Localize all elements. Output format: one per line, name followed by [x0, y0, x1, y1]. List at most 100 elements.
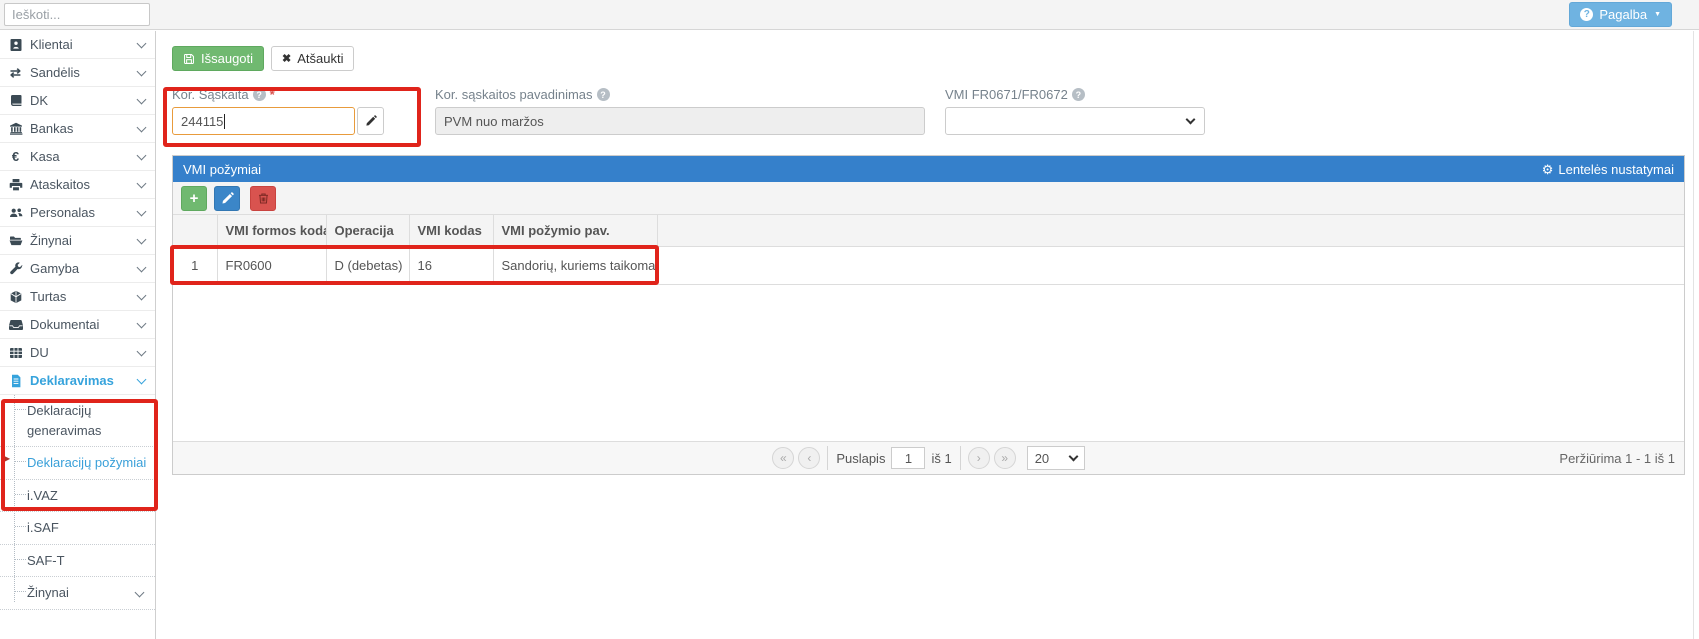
pagination: « ‹ Puslapis iš 1 › » 20 — [772, 446, 1084, 470]
double-chevron-left-icon: « — [780, 451, 787, 465]
question-circle-icon: ? — [1072, 88, 1085, 101]
gear-icon: ⚙ — [1542, 163, 1554, 176]
exchange-icon: ⇄ — [8, 66, 23, 80]
chevron-down-icon — [137, 318, 147, 328]
printer-icon — [8, 178, 23, 192]
chevron-down-icon — [137, 206, 147, 216]
cancel-button[interactable]: ✖ Atšaukti — [271, 46, 354, 71]
question-circle-icon: ? — [1580, 8, 1593, 21]
submenu-item-deklaraciju-generavimas[interactable]: Deklaracijų generavimas — [0, 395, 155, 447]
column-header-form-code[interactable]: VMI formos kodas — [217, 215, 326, 246]
sidebar-item-label: Kasa — [30, 149, 138, 164]
text-cursor — [224, 114, 225, 129]
deklaravimas-submenu: Deklaracijų generavimas ▶ Deklaracijų po… — [0, 395, 155, 610]
help-button[interactable]: ? Pagalba ▼ — [1569, 2, 1672, 27]
column-header-name[interactable]: VMI požymio pav. — [493, 215, 657, 246]
chevron-right-icon: › — [977, 451, 981, 465]
next-page-button[interactable]: › — [968, 447, 990, 469]
chevron-down-icon — [1068, 451, 1078, 461]
sidebar-item-dk[interactable]: DK — [0, 87, 155, 115]
delete-row-button[interactable] — [250, 186, 276, 211]
page-size-value: 20 — [1035, 451, 1049, 466]
vmi-form-field-label: VMI FR0671/FR0672 — [945, 87, 1068, 102]
cancel-button-label: Atšaukti — [297, 51, 343, 66]
sidebar-item-label: Klientai — [30, 37, 138, 52]
chevron-down-icon — [135, 588, 145, 598]
previous-page-button[interactable]: ‹ — [798, 447, 820, 469]
sidebar-item-label: Turtas — [30, 289, 138, 304]
account-edit-button[interactable] — [357, 107, 384, 135]
chevron-down-icon — [137, 374, 147, 384]
sidebar-item-label: Deklaravimas — [30, 373, 138, 388]
search-input[interactable] — [4, 3, 150, 26]
sidebar-item-label: Gamyba — [30, 261, 138, 276]
account-name-field-label-row: Kor. sąskaitos pavadinimas ? — [435, 87, 925, 102]
sidebar-item-dokumentai[interactable]: Dokumentai — [0, 311, 155, 339]
submenu-item-label: i.VAZ — [27, 486, 147, 506]
chevron-down-icon — [137, 38, 147, 48]
sidebar-item-sandelis[interactable]: ⇄ Sandėlis — [0, 59, 155, 87]
vmi-table: VMI formos kodas Operacija VMI kodas VMI… — [173, 215, 1684, 285]
wrench-icon — [8, 262, 23, 276]
chevron-down-icon — [137, 290, 147, 300]
column-header-operation[interactable]: Operacija — [326, 215, 409, 246]
first-page-button[interactable]: « — [772, 447, 794, 469]
submenu-item-isaf[interactable]: i.SAF — [0, 512, 155, 545]
sidebar-item-personalas[interactable]: Personalas — [0, 199, 155, 227]
account-input-value: 244115 — [181, 114, 223, 129]
sidebar-item-label: DK — [30, 93, 138, 108]
chevron-down-icon — [137, 122, 147, 132]
submenu-item-saft[interactable]: SAF-T — [0, 545, 155, 578]
chevron-down-icon — [137, 150, 147, 160]
submenu-item-zinynai[interactable]: Žinynai — [0, 577, 155, 610]
page-size-select[interactable]: 20 — [1027, 446, 1085, 470]
sidebar-item-klientai[interactable]: Klientai — [0, 31, 155, 59]
submenu-item-deklaraciju-pozymiai[interactable]: ▶ Deklaracijų požymiai — [0, 447, 155, 480]
panel-title: VMI požymiai — [183, 162, 261, 177]
question-circle-icon: ? — [253, 88, 266, 101]
account-name-field-label: Kor. sąskaitos pavadinimas — [435, 87, 593, 102]
last-page-button[interactable]: » — [994, 447, 1016, 469]
cell-form-code: FR0600 — [217, 246, 326, 284]
submenu-item-label: i.SAF — [27, 518, 147, 538]
sidebar-item-kasa[interactable]: € Kasa — [0, 143, 155, 171]
sidebar-item-bankas[interactable]: Bankas — [0, 115, 155, 143]
chevron-down-icon — [137, 234, 147, 244]
cell-row-number: 1 — [173, 246, 217, 284]
account-field-label: Kor. Sąskaita — [172, 87, 249, 102]
table-empty-area — [173, 285, 1684, 442]
sidebar-item-du[interactable]: DU — [0, 339, 155, 367]
edit-row-button[interactable] — [214, 186, 240, 211]
table-icon — [8, 346, 23, 360]
sidebar-item-zinynai[interactable]: Žinynai — [0, 227, 155, 255]
page-number-group: Puslapis iš 1 — [827, 446, 960, 470]
column-header-index[interactable] — [173, 215, 217, 246]
table-header-row: VMI formos kodas Operacija VMI kodas VMI… — [173, 215, 1684, 246]
address-book-icon — [8, 38, 23, 52]
column-header-vmi-code[interactable]: VMI kodas — [409, 215, 493, 246]
sidebar-item-deklaravimas[interactable]: Deklaravimas — [0, 367, 155, 395]
table-settings-button[interactable]: ⚙ Lentelės nustatymai — [1542, 162, 1674, 177]
cube-icon — [8, 290, 23, 304]
sidebar-item-turtas[interactable]: Turtas — [0, 283, 155, 311]
table-row[interactable]: 1 FR0600 D (debetas) 16 Sandorių, kuriem… — [173, 246, 1684, 284]
help-button-label: Pagalba — [1599, 7, 1647, 22]
sidebar: Klientai ⇄ Sandėlis DK Bankas € Kasa Ata… — [0, 31, 156, 639]
page-number-input[interactable] — [891, 447, 925, 469]
plus-icon: + — [190, 190, 199, 207]
panel-toolbar: + — [173, 182, 1684, 215]
account-input[interactable]: 244115 — [172, 107, 355, 135]
table-settings-label: Lentelės nustatymai — [1558, 162, 1674, 177]
sidebar-item-label: DU — [30, 345, 138, 360]
add-row-button[interactable]: + — [181, 186, 207, 211]
vmi-form-select[interactable] — [945, 107, 1205, 135]
users-icon — [8, 206, 23, 220]
submenu-item-ivaz[interactable]: i.VAZ — [0, 480, 155, 513]
vmi-form-field-group: VMI FR0671/FR0672 ? — [945, 87, 1205, 135]
sidebar-item-gamyba[interactable]: Gamyba — [0, 255, 155, 283]
required-asterisk: * — [270, 87, 275, 102]
sidebar-item-ataskaitos[interactable]: Ataskaitos — [0, 171, 155, 199]
save-button[interactable]: Išsaugoti — [172, 46, 264, 71]
account-name-field-group: Kor. sąskaitos pavadinimas ? PVM nuo mar… — [435, 87, 925, 135]
sidebar-item-label: Bankas — [30, 121, 138, 136]
